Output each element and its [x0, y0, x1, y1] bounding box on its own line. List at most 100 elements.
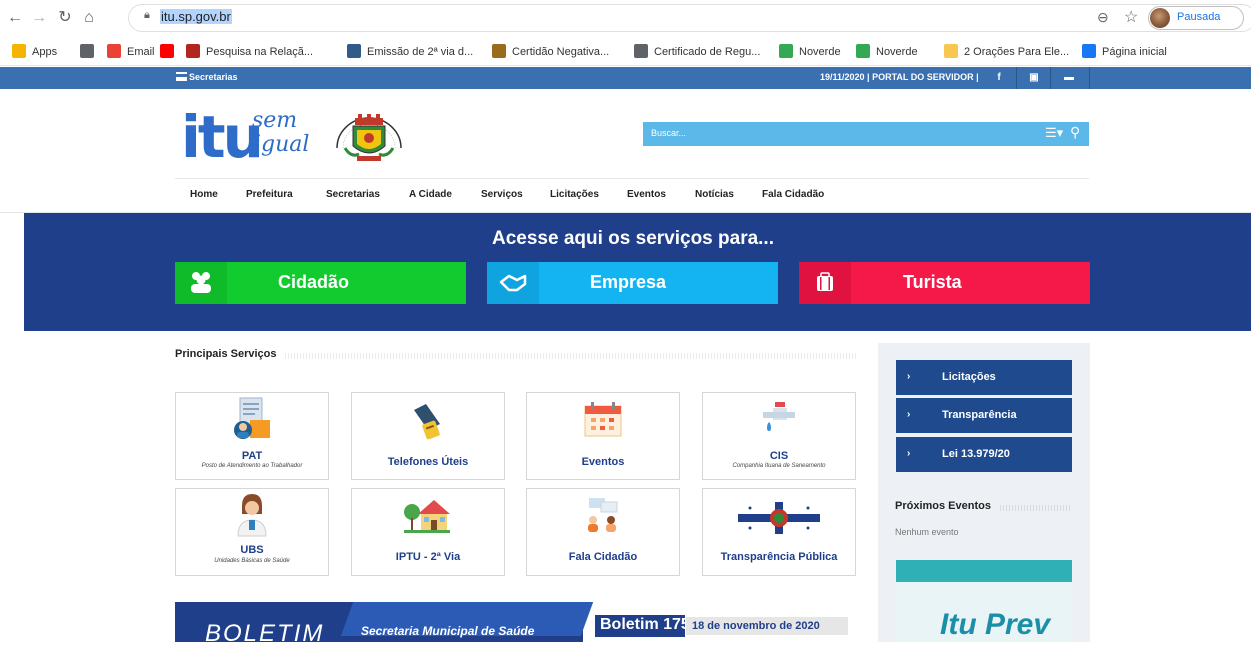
instagram-icon[interactable]: ▣ [1026, 70, 1042, 86]
card-cis-sub: Companhia Ituana de Saneamento [732, 463, 826, 469]
card-fala-cidadao-title: Fala Cidadão [568, 551, 638, 563]
bookmark-certificado-regu[interactable]: Certificado de Regu... [634, 44, 760, 60]
bookmark-chrome-icon [80, 44, 94, 58]
topbar-info[interactable]: 19/11/2020 | PORTAL DO SERVIDOR | [820, 72, 979, 82]
logo-itu[interactable]: itu [181, 108, 264, 166]
address-bar[interactable] [128, 4, 1251, 32]
bookmark-label: Certidão Negativa... [512, 46, 610, 58]
topbar-divider [1016, 67, 1017, 89]
telephone-icon [414, 404, 440, 440]
boletim-title: BOLETIM [205, 620, 325, 647]
card-transparencia-title: Transparência Pública [720, 551, 838, 563]
cidadao-label: Cidadão [278, 272, 350, 292]
bookmark-label: 2 Orações Para Ele... [964, 46, 1070, 58]
bookmark-email-icon [107, 44, 121, 58]
bookmark-star-icon[interactable]: ☆ [1124, 7, 1138, 27]
profile-label: Pausada [1177, 11, 1221, 23]
bookmark-pagina-inicial[interactable]: Página inicial [1082, 44, 1167, 60]
house-icon [404, 500, 450, 533]
card-pat-title: PAT [241, 450, 263, 462]
card-ubs-title: UBS [240, 544, 264, 556]
city-seal-icon[interactable] [329, 108, 409, 168]
bookmark-emissao-2a-via-icon [347, 44, 361, 58]
avatar[interactable] [1150, 8, 1170, 28]
bookmark-email[interactable]: Email [107, 44, 155, 60]
card-eventos-title: Eventos [581, 456, 625, 468]
bookmark-oracoes[interactable]: 2 Orações Para Ele... [944, 44, 1069, 60]
card-iptu-title: IPTU - 2ª Via [395, 551, 461, 563]
itu-prev-logo: Itu Prev [940, 608, 1051, 641]
bookmark-certidao-negativa-icon [492, 44, 506, 58]
topbar-secretarias-link[interactable]: Secretarias [189, 72, 238, 82]
search-input[interactable] [643, 122, 1089, 146]
nav-home[interactable]: Home [190, 189, 218, 200]
bookmark-label: Noverde [799, 46, 841, 58]
youtube-icon[interactable]: ▬ [1061, 70, 1077, 86]
boletim-number: Boletim 175 [600, 616, 690, 633]
url-text[interactable]: itu.sp.gov.br [160, 9, 232, 24]
nav-licitacoes[interactable]: Licitações [550, 189, 599, 200]
nav-secretarias[interactable]: Secretarias [326, 189, 380, 200]
bookmark-youtube[interactable] [160, 44, 180, 60]
events-empty: Nenhum evento [895, 527, 959, 537]
lock-icon[interactable]: 🔒︎ [144, 9, 150, 22]
itu-prev-banner-top [896, 560, 1072, 582]
bookmark-certidao-negativa[interactable]: Certidão Negativa... [492, 44, 609, 60]
nav-prefeitura[interactable]: Prefeitura [246, 189, 293, 200]
bookmark-label: Página inicial [1102, 46, 1167, 58]
bookmark-oracoes-icon [944, 44, 958, 58]
bookmark-pesquisa-relacao[interactable]: Pesquisa na Relaçã... [186, 44, 313, 60]
bookmark-pagina-inicial-icon [1082, 44, 1096, 58]
bookmark-apps-icon [12, 44, 26, 58]
home-icon[interactable]: ⌂ [78, 7, 100, 29]
zoom-icon[interactable]: ⊖ [1097, 9, 1109, 26]
chevron-right-icon: › [907, 448, 911, 459]
suitcase-icon [799, 262, 851, 304]
bookmark-pesquisa-relacao-icon [186, 44, 200, 58]
bookmark-noverde-1-icon [779, 44, 793, 58]
nav-a-cidade[interactable]: A Cidade [409, 189, 452, 200]
topbar-divider [1089, 67, 1090, 89]
chevron-right-icon: › [907, 371, 911, 382]
logo-sem: sem [252, 108, 298, 133]
filter-icon[interactable]: ☰▾ [1045, 125, 1063, 141]
card-telefones-title: Telefones Úteis [387, 456, 469, 468]
forward-icon[interactable]: → [28, 7, 50, 29]
bookmark-noverde-2[interactable]: Noverde [856, 44, 918, 60]
bookmark-label: Noverde [876, 46, 918, 58]
logo-igual: igual [254, 132, 310, 157]
back-icon[interactable]: ← [4, 7, 26, 29]
turista-label: Turista [903, 272, 962, 292]
bookmark-emissao-2a-via[interactable]: Emissão de 2ª via d... [347, 44, 473, 60]
nav-divider [175, 178, 1089, 179]
worker-document-icon [234, 397, 270, 439]
bookmark-noverde-2-icon [856, 44, 870, 58]
events-title: Próximos Eventos [895, 500, 991, 512]
nav-eventos[interactable]: Eventos [627, 189, 666, 200]
sidebar-transparencia-label: Transparência [942, 409, 1017, 421]
reload-icon[interactable]: ↻ [54, 7, 76, 29]
facebook-icon[interactable]: f [991, 70, 1007, 86]
bookmark-certificado-regu-icon [634, 44, 648, 58]
users-icon [175, 262, 227, 304]
events-rule [1000, 505, 1072, 511]
nav-servicos[interactable]: Serviços [481, 189, 523, 200]
card-cis-title: CIS [769, 450, 789, 462]
nav-fala-cidadao[interactable]: Fala Cidadão [762, 189, 824, 200]
water-tap-icon [763, 402, 795, 431]
empresa-label: Empresa [590, 272, 667, 292]
search-icon[interactable]: ⚲ [1070, 124, 1080, 141]
nav-noticias[interactable]: Notícias [695, 189, 734, 200]
bookmark-label: Email [127, 46, 155, 58]
menu-icon[interactable] [176, 72, 187, 81]
sidebar-lei-label: Lei 13.979/20 [942, 448, 1010, 460]
handshake-icon [487, 262, 539, 304]
city-flag-icon [738, 502, 820, 534]
search-placeholder: Buscar... [651, 128, 687, 138]
bookmark-noverde-1[interactable]: Noverde [779, 44, 841, 60]
bookmark-chrome[interactable] [80, 44, 100, 60]
chevron-right-icon: › [907, 409, 911, 420]
section-title: Principais Serviços [175, 348, 277, 360]
doctor-icon [237, 494, 267, 537]
bookmark-apps[interactable]: Apps [12, 44, 57, 60]
